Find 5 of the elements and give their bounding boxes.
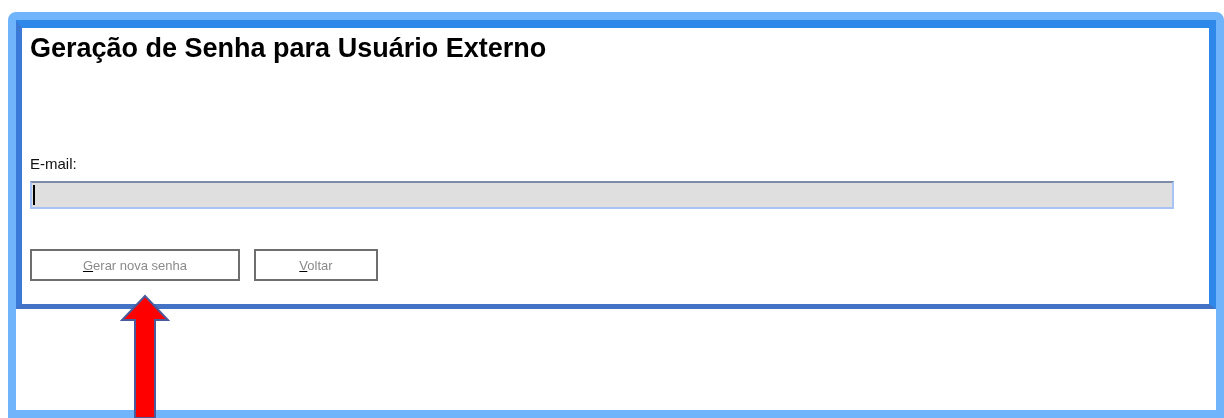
back-button[interactable]: Voltar bbox=[254, 249, 378, 281]
email-field[interactable] bbox=[30, 181, 1174, 209]
page-title: Geração de Senha para Usuário Externo bbox=[30, 32, 547, 65]
email-label: E-mail: bbox=[30, 154, 77, 174]
generate-password-button[interactable]: Gerar nova senha bbox=[30, 249, 240, 281]
